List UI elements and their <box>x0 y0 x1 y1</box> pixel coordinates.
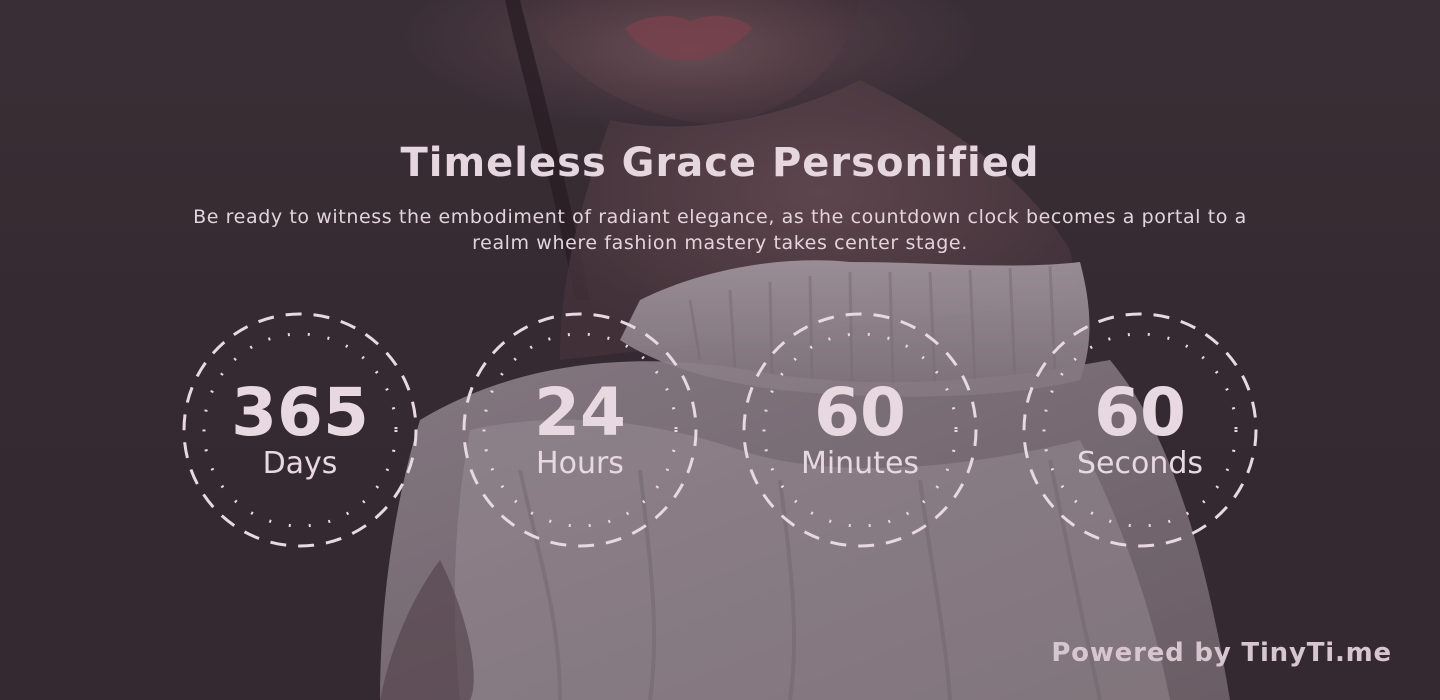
page-title: Timeless Grace Personified <box>400 140 1040 186</box>
countdown-minutes: 60 Minutes <box>738 308 982 552</box>
powered-by-link[interactable]: Powered by TinyTi.me <box>1051 638 1392 668</box>
countdown-hours-value: 24 <box>534 374 626 451</box>
countdown-hours-label: Hours <box>536 446 624 481</box>
countdown-days-value: 365 <box>231 374 369 451</box>
page-subtitle: Be ready to witness the embodiment of ra… <box>193 206 1247 254</box>
countdown-minutes-value: 60 <box>814 374 906 451</box>
countdown-page: Timeless Grace Personified Be ready to w… <box>0 0 1440 700</box>
countdown-seconds: 60 Seconds <box>1018 308 1262 552</box>
countdown-seconds-label: Seconds <box>1076 446 1204 481</box>
countdown-days: 365 Days <box>178 308 422 552</box>
countdown-seconds-value: 60 <box>1094 374 1186 451</box>
countdown-minutes-label: Minutes <box>800 446 920 481</box>
countdown-hours: 24 Hours <box>458 308 702 552</box>
countdown-timer: 365 Days 24 Hours 60 Minutes 60 Seconds <box>178 308 1262 552</box>
countdown-days-label: Days <box>262 446 338 481</box>
